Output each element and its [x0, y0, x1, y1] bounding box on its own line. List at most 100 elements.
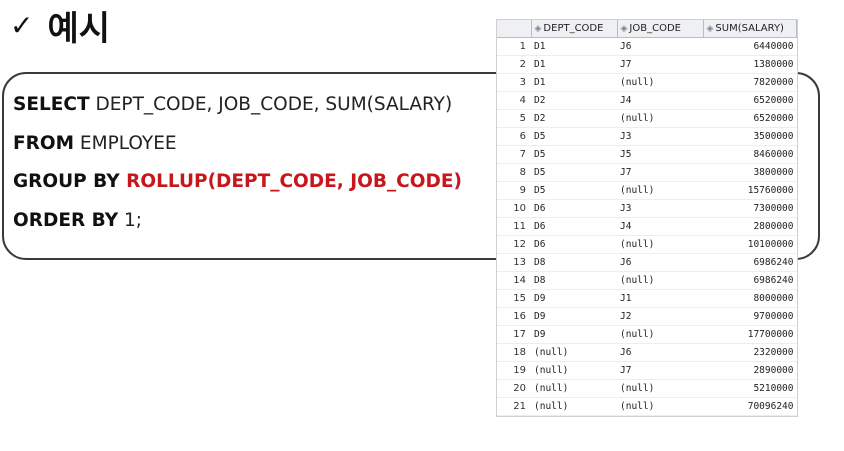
table-row[interactable]: 19 (null) J7 2890000: [497, 361, 797, 380]
job-code-cell[interactable]: (null): [617, 235, 703, 254]
job-code-cell[interactable]: J6: [617, 253, 703, 272]
table-row[interactable]: 2 D1 J7 1380000: [497, 55, 797, 74]
result-grid[interactable]: ◈ DEPT_CODE ◈ JOB_CODE ◈ SUM(SALARY) 1 D1 J6 6…: [496, 19, 798, 417]
salary-sum-cell[interactable]: 2890000: [703, 361, 797, 380]
row-number[interactable]: 14: [497, 271, 531, 290]
job-code-cell[interactable]: (null): [617, 379, 703, 398]
dept-code-cell[interactable]: D9: [531, 325, 617, 344]
table-row[interactable]: 6 D5 J3 3500000: [497, 127, 797, 146]
row-number[interactable]: 19: [497, 361, 531, 380]
dept-code-cell[interactable]: (null): [531, 343, 617, 362]
salary-sum-cell[interactable]: 2800000: [703, 217, 797, 236]
job-code-cell[interactable]: (null): [617, 109, 703, 128]
table-row[interactable]: 5 D2 (null) 6520000: [497, 109, 797, 128]
row-number[interactable]: 13: [497, 253, 531, 272]
dept-code-cell[interactable]: D1: [531, 73, 617, 92]
table-row[interactable]: 21 (null) (null) 70096240: [497, 397, 797, 416]
row-number[interactable]: 17: [497, 325, 531, 344]
dept-code-cell[interactable]: D6: [531, 235, 617, 254]
table-row[interactable]: 9 D5 (null) 15760000: [497, 181, 797, 200]
salary-sum-cell[interactable]: 70096240: [703, 397, 797, 416]
table-row[interactable]: 15 D9 J1 8000000: [497, 289, 797, 308]
job-code-cell[interactable]: (null): [617, 73, 703, 92]
dept-code-cell[interactable]: D5: [531, 127, 617, 146]
table-row[interactable]: 1 D1 J6 6440000: [497, 37, 797, 56]
job-code-cell[interactable]: J3: [617, 199, 703, 218]
salary-sum-cell[interactable]: 6520000: [703, 109, 797, 128]
table-row[interactable]: 11 D6 J4 2800000: [497, 217, 797, 236]
job-code-cell[interactable]: (null): [617, 181, 703, 200]
row-number[interactable]: 10: [497, 199, 531, 218]
job-code-cell[interactable]: J2: [617, 307, 703, 326]
row-number[interactable]: 2: [497, 55, 531, 74]
job-code-cell[interactable]: J7: [617, 55, 703, 74]
dept-code-cell[interactable]: D6: [531, 217, 617, 236]
row-number[interactable]: 21: [497, 397, 531, 416]
salary-sum-cell[interactable]: 1380000: [703, 55, 797, 74]
row-number[interactable]: 12: [497, 235, 531, 254]
dept-code-cell[interactable]: D6: [531, 199, 617, 218]
row-number[interactable]: 9: [497, 181, 531, 200]
row-number[interactable]: 5: [497, 109, 531, 128]
dept-code-cell[interactable]: D5: [531, 181, 617, 200]
dept-code-cell[interactable]: D2: [531, 109, 617, 128]
table-row[interactable]: 4 D2 J4 6520000: [497, 91, 797, 110]
row-number[interactable]: 4: [497, 91, 531, 110]
table-row[interactable]: 12 D6 (null) 10100000: [497, 235, 797, 254]
table-row[interactable]: 8 D5 J7 3800000: [497, 163, 797, 182]
row-number[interactable]: 16: [497, 307, 531, 326]
dept-code-cell[interactable]: (null): [531, 397, 617, 416]
job-code-cell[interactable]: J1: [617, 289, 703, 308]
row-number[interactable]: 1: [497, 37, 531, 56]
job-code-cell[interactable]: J3: [617, 127, 703, 146]
dept-code-cell[interactable]: (null): [531, 379, 617, 398]
dept-code-cell[interactable]: D9: [531, 307, 617, 326]
salary-sum-cell[interactable]: 9700000: [703, 307, 797, 326]
dept-code-cell[interactable]: D1: [531, 55, 617, 74]
row-number[interactable]: 7: [497, 145, 531, 164]
salary-sum-cell[interactable]: 3500000: [703, 127, 797, 146]
table-row[interactable]: 16 D9 J2 9700000: [497, 307, 797, 326]
table-row[interactable]: 3 D1 (null) 7820000: [497, 73, 797, 92]
salary-sum-cell[interactable]: 6440000: [703, 37, 797, 56]
row-number[interactable]: 15: [497, 289, 531, 308]
job-code-cell[interactable]: J7: [617, 163, 703, 182]
job-code-cell[interactable]: J5: [617, 145, 703, 164]
salary-sum-cell[interactable]: 15760000: [703, 181, 797, 200]
salary-sum-cell[interactable]: 2320000: [703, 343, 797, 362]
table-row[interactable]: 14 D8 (null) 6986240: [497, 271, 797, 290]
salary-sum-cell[interactable]: 5210000: [703, 379, 797, 398]
job-code-cell[interactable]: J4: [617, 91, 703, 110]
table-row[interactable]: 17 D9 (null) 17700000: [497, 325, 797, 344]
salary-sum-cell[interactable]: 8000000: [703, 289, 797, 308]
salary-sum-cell[interactable]: 10100000: [703, 235, 797, 254]
salary-sum-cell[interactable]: 8460000: [703, 145, 797, 164]
row-number[interactable]: 11: [497, 217, 531, 236]
job-code-cell[interactable]: J4: [617, 217, 703, 236]
dept-code-cell[interactable]: D1: [531, 37, 617, 56]
dept-code-cell[interactable]: D8: [531, 271, 617, 290]
table-row[interactable]: 13 D8 J6 6986240: [497, 253, 797, 272]
table-row[interactable]: 7 D5 J5 8460000: [497, 145, 797, 164]
dept-code-cell[interactable]: (null): [531, 361, 617, 380]
row-number[interactable]: 8: [497, 163, 531, 182]
salary-sum-cell[interactable]: 6520000: [703, 91, 797, 110]
salary-sum-cell[interactable]: 3800000: [703, 163, 797, 182]
dept-code-cell[interactable]: D9: [531, 289, 617, 308]
salary-sum-cell[interactable]: 6986240: [703, 253, 797, 272]
dept-code-cell[interactable]: D2: [531, 91, 617, 110]
salary-sum-cell[interactable]: 17700000: [703, 325, 797, 344]
job-code-cell[interactable]: J6: [617, 37, 703, 56]
salary-sum-cell[interactable]: 7300000: [703, 199, 797, 218]
column-header-sum-salary[interactable]: ◈ SUM(SALARY): [703, 20, 797, 38]
column-header-job-code[interactable]: ◈ JOB_CODE: [617, 20, 704, 38]
dept-code-cell[interactable]: D5: [531, 145, 617, 164]
dept-code-cell[interactable]: D5: [531, 163, 617, 182]
salary-sum-cell[interactable]: 7820000: [703, 73, 797, 92]
table-row[interactable]: 18 (null) J6 2320000: [497, 343, 797, 362]
salary-sum-cell[interactable]: 6986240: [703, 271, 797, 290]
row-number[interactable]: 6: [497, 127, 531, 146]
table-row[interactable]: 20 (null) (null) 5210000: [497, 379, 797, 398]
row-number[interactable]: 20: [497, 379, 531, 398]
job-code-cell[interactable]: (null): [617, 271, 703, 290]
